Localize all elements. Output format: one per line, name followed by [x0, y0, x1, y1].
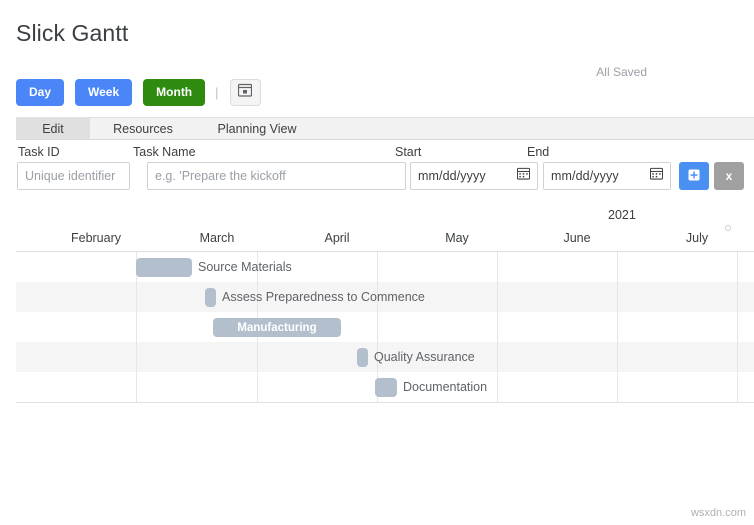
start-date-placeholder: mm/dd/yyyy	[418, 169, 486, 183]
tab-edit[interactable]: Edit	[16, 118, 90, 139]
view-button-week[interactable]: Week	[75, 79, 132, 106]
gantt-month-label: July	[647, 231, 747, 245]
label-end: End	[527, 145, 549, 159]
gantt-task-label: Source Materials	[198, 260, 292, 274]
form-labels-row: Task ID Task Name Start End	[16, 140, 754, 162]
gantt-month-label: March	[167, 231, 267, 245]
end-date-input[interactable]: mm/dd/yyyy	[543, 162, 671, 190]
gantt-month-label: February	[46, 231, 146, 245]
gantt-bar[interactable]	[205, 288, 216, 307]
gantt-month-label: April	[287, 231, 387, 245]
view-button-month[interactable]: Month	[143, 79, 205, 106]
calendar-icon	[238, 83, 252, 102]
gantt-bar[interactable]	[136, 258, 192, 277]
gantt-row: Quality Assurance	[16, 342, 754, 372]
gantt-month-label: May	[407, 231, 507, 245]
gantt-row: Manufacturing	[16, 312, 754, 342]
gantt-gridline	[497, 282, 498, 312]
gantt-gridline	[136, 372, 137, 402]
gantt-gridline	[737, 282, 738, 312]
view-toolbar: Day Week Month |	[16, 79, 261, 106]
gantt-gridline	[617, 342, 618, 372]
gantt-year-label: 2021	[608, 208, 636, 222]
gantt-gridline	[617, 252, 618, 282]
tab-strip: Edit Resources Planning View	[16, 117, 754, 140]
gantt-bar[interactable]	[375, 378, 397, 397]
gantt-gridline	[617, 282, 618, 312]
gantt-gridline	[497, 252, 498, 282]
gantt-gridline	[136, 342, 137, 372]
toolbar-separator: |	[215, 85, 218, 100]
task-form: Task ID Task Name Start End mm/dd/yyyy	[16, 140, 754, 192]
label-task-id: Task ID	[18, 145, 60, 159]
start-date-input[interactable]: mm/dd/yyyy	[410, 162, 538, 190]
gantt-gridline	[497, 372, 498, 402]
gantt-row: Source Materials	[16, 252, 754, 282]
form-inputs-row: mm/dd/yyyy mm/dd/yyyy	[16, 162, 754, 192]
tab-planning-view[interactable]: Planning View	[196, 118, 318, 139]
gantt-gridline	[257, 372, 258, 402]
view-button-day[interactable]: Day	[16, 79, 64, 106]
plus-icon	[686, 167, 702, 186]
gantt-month-axis: February March April May June July	[16, 231, 754, 252]
gantt-bar[interactable]	[357, 348, 368, 367]
calendar-icon[interactable]	[650, 167, 663, 185]
gantt-gridline	[737, 312, 738, 342]
gantt-row: Documentation	[16, 372, 754, 402]
gantt-gridline	[257, 342, 258, 372]
watermark: wsxdn.com	[691, 507, 746, 519]
gantt-row: Assess Preparedness to Commence	[16, 282, 754, 312]
save-status-text: All Saved	[596, 65, 647, 79]
gantt-month-label: June	[527, 231, 627, 245]
clear-task-button[interactable]: x	[714, 162, 744, 190]
gantt-gridline	[497, 312, 498, 342]
gantt-bar[interactable]: Manufacturing	[213, 318, 341, 337]
gantt-gridline	[737, 252, 738, 282]
gantt-gridline	[136, 282, 137, 312]
tab-resources[interactable]: Resources	[90, 118, 196, 139]
end-date-placeholder: mm/dd/yyyy	[551, 169, 619, 183]
gantt-gridline	[617, 372, 618, 402]
gantt-task-rows: Source Materials Assess Preparedness to C…	[16, 252, 754, 403]
calendar-toggle-button[interactable]	[230, 79, 261, 106]
gantt-gridline	[617, 312, 618, 342]
gantt-gridline	[377, 312, 378, 342]
task-id-input[interactable]	[17, 162, 130, 190]
gantt-gridline	[737, 342, 738, 372]
gantt-gridline	[377, 252, 378, 282]
add-task-button[interactable]	[679, 162, 709, 190]
label-start: Start	[395, 145, 421, 159]
label-task-name: Task Name	[133, 145, 196, 159]
gantt-task-label: Documentation	[403, 380, 487, 394]
page-title: Slick Gantt	[16, 20, 128, 47]
gantt-gridline	[497, 342, 498, 372]
gantt-year-row: 2021	[16, 208, 754, 230]
gantt-task-label: Assess Preparedness to Commence	[222, 290, 425, 304]
gantt-gridline	[136, 312, 137, 342]
calendar-icon[interactable]	[517, 167, 530, 185]
gantt-gridline	[737, 372, 738, 402]
gantt-task-label: Quality Assurance	[374, 350, 475, 364]
task-name-input[interactable]	[147, 162, 406, 190]
